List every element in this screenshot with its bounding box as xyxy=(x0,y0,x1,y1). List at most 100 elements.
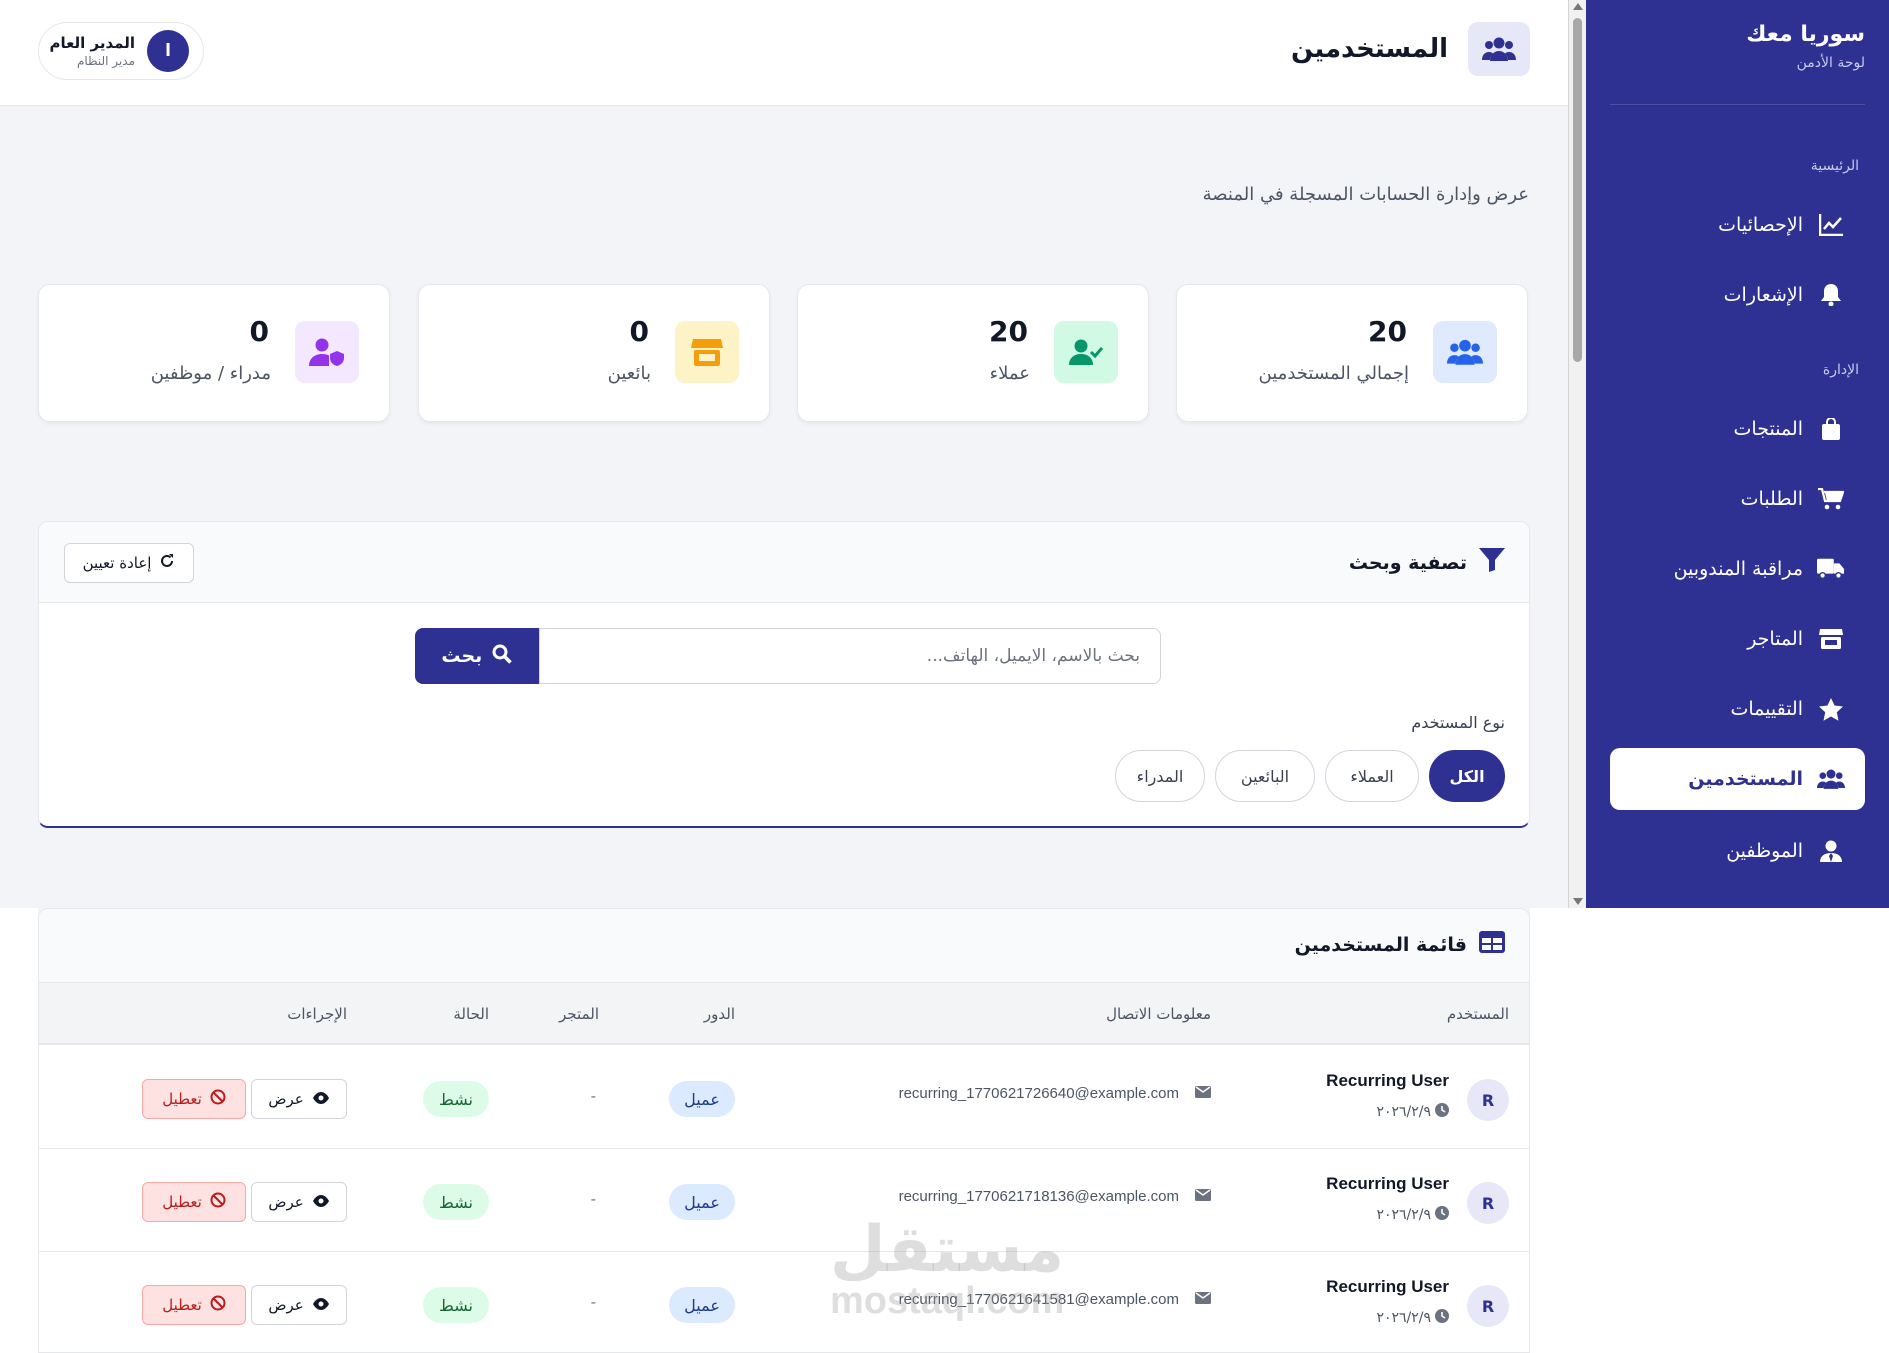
stat-value: 20 xyxy=(1368,315,1407,348)
disable-label: تعطيل xyxy=(162,1090,202,1108)
role-badge: عميل xyxy=(669,1184,735,1220)
table-header: المستخدم معلومات الاتصال الدور المتجر ال… xyxy=(39,983,1529,1045)
user-date: ٢٠٢٦/٢/٩ xyxy=(1376,1206,1449,1224)
column-header-store: المتجر xyxy=(559,1005,599,1023)
view-button[interactable]: عرض xyxy=(251,1285,347,1325)
view-button[interactable]: عرض xyxy=(251,1182,347,1222)
chip-all[interactable]: الكل xyxy=(1429,750,1505,802)
table-row: R Recurring User ٢٠٢٦/٢/٩ recurring_1770… xyxy=(39,1253,1529,1352)
search-bar: بحث بالاسم، الايميل، الهاتف... بحث xyxy=(415,628,1161,684)
stat-card-managers: 0 مدراء / موظفين xyxy=(38,284,390,422)
status-badge: نشط xyxy=(423,1184,489,1220)
status-badge: نشط xyxy=(423,1081,489,1117)
refresh-icon xyxy=(159,553,175,573)
disable-label: تعطيل xyxy=(162,1296,202,1314)
chip-customers[interactable]: العملاء xyxy=(1325,750,1419,802)
divider xyxy=(1610,104,1865,105)
users-icon xyxy=(1817,768,1845,790)
reset-button[interactable]: إعادة تعيين xyxy=(64,543,194,583)
column-header-actions: الإجراءات xyxy=(287,1005,347,1023)
search-input[interactable]: بحث بالاسم، الايميل، الهاتف... xyxy=(538,628,1161,684)
disable-button[interactable]: تعطيل xyxy=(142,1285,246,1325)
users-icon xyxy=(1468,22,1530,76)
stat-card-sellers: 0 بائعين xyxy=(418,284,770,422)
filter-header: تصفية وبحث إعادة تعيين xyxy=(39,522,1529,603)
stat-card-customers: 20 عملاء xyxy=(797,284,1149,422)
filter-icon xyxy=(1479,548,1505,577)
disable-label: تعطيل xyxy=(162,1193,202,1211)
chip-managers[interactable]: المدراء xyxy=(1115,750,1205,802)
search-icon xyxy=(492,644,513,669)
sidebar-item-label: المنتجات xyxy=(1733,418,1803,440)
email-text: recurring_1770621726640@example.com xyxy=(898,1085,1179,1102)
sidebar-item-employees[interactable]: الموظفين xyxy=(1610,820,1865,882)
filter-title: تصفية وبحث xyxy=(1349,548,1505,577)
scroll-down-icon[interactable] xyxy=(1573,898,1583,905)
scroll-up-icon[interactable] xyxy=(1573,3,1583,10)
column-header-status: الحالة xyxy=(453,1005,489,1023)
user-tie-icon xyxy=(1817,840,1845,862)
sidebar: سوريا معك لوحة الأدمن الرئيسية الإحصائيا… xyxy=(1586,0,1889,908)
column-header-contact: معلومات الاتصال xyxy=(1106,1005,1211,1023)
disable-button[interactable]: تعطيل xyxy=(142,1182,246,1222)
contact-info: recurring_1770621718136@example.com xyxy=(899,1188,1211,1205)
user-shield-icon xyxy=(295,321,359,383)
star-icon xyxy=(1817,697,1845,721)
bell-icon xyxy=(1817,284,1845,306)
table-row: R Recurring User ٢٠٢٦/٢/٩ recurring_1770… xyxy=(39,1150,1529,1252)
table-icon xyxy=(1479,931,1505,958)
avatar: R xyxy=(1467,1079,1509,1121)
sidebar-item-users[interactable]: المستخدمين xyxy=(1610,748,1865,810)
disable-button[interactable]: تعطيل xyxy=(142,1079,246,1119)
table-row: R Recurring User ٢٠٢٦/٢/٩ recurring_1770… xyxy=(39,1047,1529,1149)
store-icon xyxy=(1817,628,1845,650)
date-text: ٢٠٢٦/٢/٩ xyxy=(1376,1207,1431,1223)
email-text: recurring_1770621641581@example.com xyxy=(898,1291,1179,1308)
user-menu[interactable]: ا المدير العام مدير النظام xyxy=(38,22,204,80)
envelope-icon xyxy=(1195,1291,1211,1308)
date-text: ٢٠٢٦/٢/٩ xyxy=(1376,1310,1431,1326)
sidebar-item-notifications[interactable]: الإشعارات xyxy=(1610,264,1865,326)
sidebar-item-label: المستخدمين xyxy=(1688,768,1803,790)
users-icon xyxy=(1433,321,1497,383)
scrollbar[interactable] xyxy=(1568,0,1586,908)
chip-sellers[interactable]: البائعين xyxy=(1215,750,1315,802)
sidebar-item-label: الإشعارات xyxy=(1723,284,1803,306)
clock-icon xyxy=(1435,1206,1449,1224)
stat-value: 20 xyxy=(989,315,1028,348)
scroll-thumb[interactable] xyxy=(1573,18,1582,362)
sidebar-item-stores[interactable]: المتاجر xyxy=(1610,608,1865,670)
topbar: المستخدمين ا المدير العام مدير النظام xyxy=(0,0,1568,106)
user-date: ٢٠٢٦/٢/٩ xyxy=(1376,1103,1449,1121)
page-subtitle: عرض وإدارة الحسابات المسجلة في المنصة xyxy=(1202,184,1529,205)
sidebar-item-delivery-tracking[interactable]: مراقبة المندوبين xyxy=(1610,538,1865,600)
store-value: - xyxy=(590,1087,596,1105)
sidebar-item-reviews[interactable]: التقييمات xyxy=(1610,678,1865,740)
stat-label: بائعين xyxy=(607,363,651,384)
contact-info: recurring_1770621641581@example.com xyxy=(899,1291,1211,1308)
search-button[interactable]: بحث xyxy=(415,628,539,684)
eye-icon xyxy=(312,1193,330,1211)
sidebar-item-statistics[interactable]: الإحصائيات xyxy=(1610,194,1865,256)
sidebar-item-label: مراقبة المندوبين xyxy=(1673,558,1803,580)
view-button[interactable]: عرض xyxy=(251,1079,347,1119)
page-title: المستخدمين xyxy=(1290,34,1448,64)
sidebar-item-orders[interactable]: الطلبات xyxy=(1610,468,1865,530)
date-text: ٢٠٢٦/٢/٩ xyxy=(1376,1104,1431,1120)
status-badge: نشط xyxy=(423,1287,489,1323)
user-role: مدير النظام xyxy=(76,54,135,68)
ban-icon xyxy=(210,1295,226,1315)
sidebar-item-products[interactable]: المنتجات xyxy=(1610,398,1865,460)
avatar: ا xyxy=(147,30,189,72)
reset-label: إعادة تعيين xyxy=(82,554,152,572)
stat-label: إجمالي المستخدمين xyxy=(1258,363,1409,384)
clock-icon xyxy=(1435,1103,1449,1121)
stat-value: 0 xyxy=(249,315,269,348)
column-header-role: الدور xyxy=(703,1005,735,1023)
cart-icon xyxy=(1817,488,1845,510)
filter-panel: تصفية وبحث إعادة تعيين بحث بالاسم، الايم… xyxy=(38,521,1530,828)
column-header-user: المستخدم xyxy=(1446,1005,1509,1023)
chart-line-icon xyxy=(1817,214,1845,236)
stat-label: مدراء / موظفين xyxy=(150,363,271,384)
table-title-label: قائمة المستخدمين xyxy=(1294,933,1467,956)
